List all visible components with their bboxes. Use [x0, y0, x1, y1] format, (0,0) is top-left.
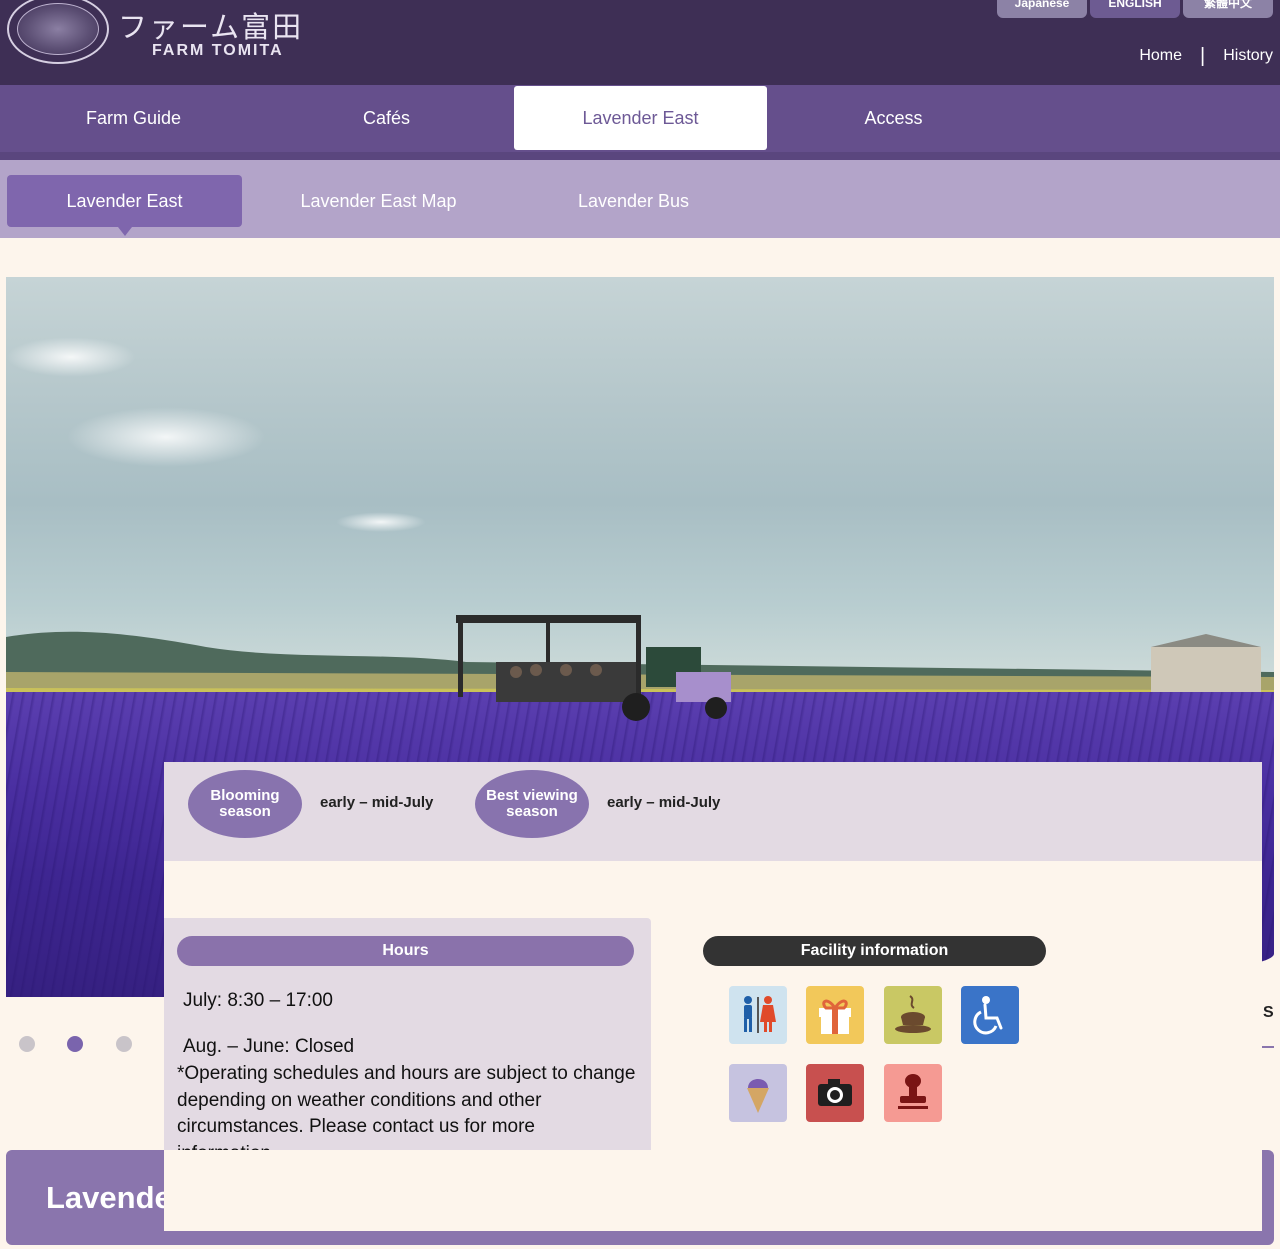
subtab-lavender-east-map[interactable]: Lavender East Map: [261, 175, 496, 227]
blooming-season-value: early – mid-July: [320, 794, 434, 811]
blooming-season-badge: Blooming season: [188, 770, 302, 838]
hours-title: Hours: [177, 936, 634, 966]
lang-tab-japanese[interactable]: Japanese: [997, 0, 1087, 18]
subtab-lavender-east[interactable]: Lavender East: [7, 175, 242, 236]
lang-tab-chinese[interactable]: 繁體中文: [1183, 0, 1273, 18]
tab-farm-guide[interactable]: Farm Guide: [7, 86, 260, 150]
tab-lavender-east[interactable]: Lavender East: [514, 86, 767, 150]
season-bar: Blooming season early – mid-July Best vi…: [164, 762, 1262, 861]
logo-emblem-inner: [17, 3, 99, 55]
tab-cafes[interactable]: Cafés: [260, 86, 513, 150]
hours-july: July: 8:30 – 17:00: [183, 990, 333, 1011]
soft-serve-icon: [729, 1064, 787, 1122]
tractor-bus: [456, 615, 731, 721]
subtab-lavender-bus[interactable]: Lavender Bus: [516, 175, 751, 227]
logo-emblem[interactable]: [7, 0, 109, 64]
bottom-banner-title: Lavende: [46, 1180, 172, 1215]
right-edge-underline: [1262, 1046, 1274, 1048]
right-edge-letter: S: [1263, 1004, 1274, 1021]
logo-japanese-text[interactable]: ファーム富田: [118, 4, 303, 46]
camera-icon: [806, 1064, 864, 1122]
history-link[interactable]: History: [1223, 47, 1273, 65]
stamp-icon: [884, 1064, 942, 1122]
cloud: [6, 337, 136, 377]
facility-information-title: Facility information: [703, 936, 1046, 966]
sub-nav: Lavender East Lavender East Map Lavender…: [0, 160, 1280, 238]
slider-dot-1[interactable]: [19, 1036, 35, 1052]
gift-shop-icon: [806, 986, 864, 1044]
best-viewing-season-value: early – mid-July: [607, 794, 721, 811]
slider-dot-3[interactable]: [116, 1036, 132, 1052]
hours-card: Hours July: 8:30 – 17:00 Aug. – June: Cl…: [164, 918, 651, 1185]
tab-access[interactable]: Access: [767, 86, 1020, 150]
cloud: [66, 407, 266, 467]
slider-dot-2[interactable]: [67, 1036, 83, 1052]
link-separator: |: [1200, 45, 1206, 67]
hours-closed: Aug. – June: Closed: [183, 1036, 355, 1057]
best-viewing-season-badge: Best viewing season: [475, 770, 589, 838]
info-panel-bottom: [164, 1150, 1262, 1231]
logo-english-text[interactable]: FARM TOMITA: [152, 42, 284, 60]
restroom-icon: [729, 986, 787, 1044]
cafe-icon: [884, 986, 942, 1044]
wheelchair-icon: [961, 986, 1019, 1044]
lang-tab-english[interactable]: ENGLISH: [1090, 0, 1180, 18]
home-link[interactable]: Home: [1139, 47, 1182, 65]
top-links: Home | History: [1139, 45, 1273, 67]
main-nav: Farm Guide Cafés Lavender East Access: [0, 85, 1280, 160]
cloud: [336, 512, 426, 532]
site-header: ファーム富田 FARM TOMITA Japanese ENGLISH 繁體中文…: [0, 0, 1280, 85]
